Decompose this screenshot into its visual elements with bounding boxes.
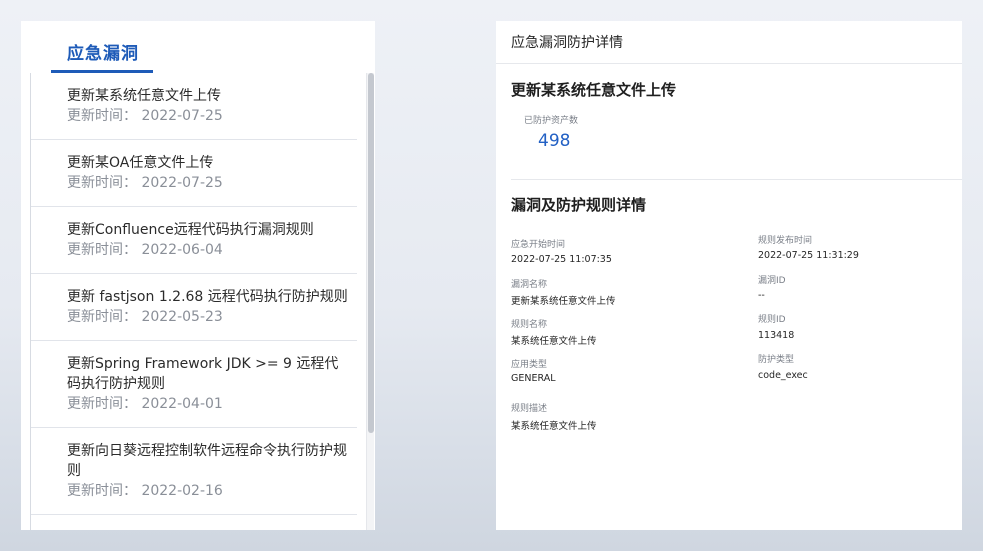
- protect-type-value: code_exec: [758, 370, 808, 381]
- protected-assets-label: 已防护资产数: [524, 116, 579, 126]
- vuln-name-value: 更新某系统任意文件上传: [511, 296, 616, 307]
- vulnerability-list-container: 更新某系统任意文件上传 更新时间： 2022-07-25 更新某OA任意文件上传…: [30, 73, 374, 530]
- list-scrollbar[interactable]: [366, 73, 374, 530]
- list-item[interactable]: 更新Confluence远程代码执行漏洞规则 更新时间： 2022-06-04: [31, 207, 357, 274]
- list-item[interactable]: 更新某OA任意文件上传 更新时间： 2022-07-25: [31, 140, 357, 207]
- scrollbar-thumb[interactable]: [368, 73, 374, 433]
- list-item-title: 更新向日葵远程控制软件远程命令执行防护规则: [67, 443, 347, 479]
- app-type-value: GENERAL: [511, 373, 556, 384]
- rule-desc-label: 规则描述: [511, 404, 548, 414]
- rule-details-title: 漏洞及防护规则详情: [511, 196, 647, 214]
- vuln-id-value: --: [758, 290, 765, 301]
- list-item-date: 更新时间： 2022-07-25: [67, 108, 223, 124]
- list-title: 应急漏洞: [67, 44, 139, 64]
- list-item-date: 更新时间： 2022-05-23: [67, 309, 223, 325]
- list-item-title: 更新某系统任意文件上传: [67, 88, 221, 104]
- list-item-date: 更新时间： 2022-04-01: [67, 396, 223, 412]
- publish-time-value: 2022-07-25 11:31:29: [758, 250, 859, 261]
- rule-id-value: 113418: [758, 330, 795, 341]
- rule-name-label: 规则名称: [511, 320, 548, 330]
- protected-assets-count: 498: [538, 131, 571, 151]
- list-item-title: 更新 fastjson 1.2.68 远程代码执行防护规则: [67, 289, 348, 305]
- vulnerability-title: 更新某系统任意文件上传: [511, 81, 677, 99]
- list-item[interactable]: 更新某系统任意文件上传 更新时间： 2022-07-25: [31, 73, 357, 140]
- list-item[interactable]: 更新Spring Framework JDK >= 9 远程代码执行防护规则 更…: [31, 341, 357, 428]
- rule-name-value: 某系统任意文件上传: [511, 336, 597, 347]
- list-item-title: 更新Spring Framework JDK >= 9 远程代码执行防护规则: [67, 356, 339, 392]
- list-item-date: 更新时间： 2022-07-25: [67, 175, 223, 191]
- publish-time-label: 规则发布时间: [758, 236, 813, 246]
- detail-panel: 应急漏洞防护详情 更新某系统任意文件上传 已防护资产数 498 漏洞及防护规则详…: [496, 21, 962, 530]
- list-item-title: 更新某OA任意文件上传: [67, 155, 214, 171]
- list-item[interactable]: 更新 fastjson 1.2.68 远程代码执行防护规则 更新时间： 2022…: [31, 274, 357, 341]
- vulnerability-list: 更新某系统任意文件上传 更新时间： 2022-07-25 更新某OA任意文件上传…: [31, 73, 357, 515]
- list-item-date: 更新时间： 2022-02-16: [67, 483, 223, 499]
- rule-id-label: 规则ID: [758, 315, 786, 325]
- vulnerability-list-panel: 应急漏洞 更新某系统任意文件上传 更新时间： 2022-07-25 更新某OA任…: [21, 21, 375, 530]
- list-item[interactable]: 更新向日葵远程控制软件远程命令执行防护规则 更新时间： 2022-02-16: [31, 428, 357, 515]
- protect-type-label: 防护类型: [758, 355, 795, 365]
- vuln-name-label: 漏洞名称: [511, 280, 548, 290]
- rule-desc-value: 某系统任意文件上传: [511, 421, 597, 432]
- list-item-title: 更新Confluence远程代码执行漏洞规则: [67, 222, 314, 238]
- section-divider: [511, 179, 962, 180]
- list-header: 应急漏洞: [21, 21, 375, 73]
- start-time-value: 2022-07-25 11:07:35: [511, 254, 612, 265]
- list-item-date: 更新时间： 2022-06-04: [67, 242, 223, 258]
- vuln-id-label: 漏洞ID: [758, 276, 786, 286]
- app-type-label: 应用类型: [511, 360, 548, 370]
- start-time-label: 应急开始时间: [511, 240, 566, 250]
- detail-header: 应急漏洞防护详情: [496, 21, 962, 64]
